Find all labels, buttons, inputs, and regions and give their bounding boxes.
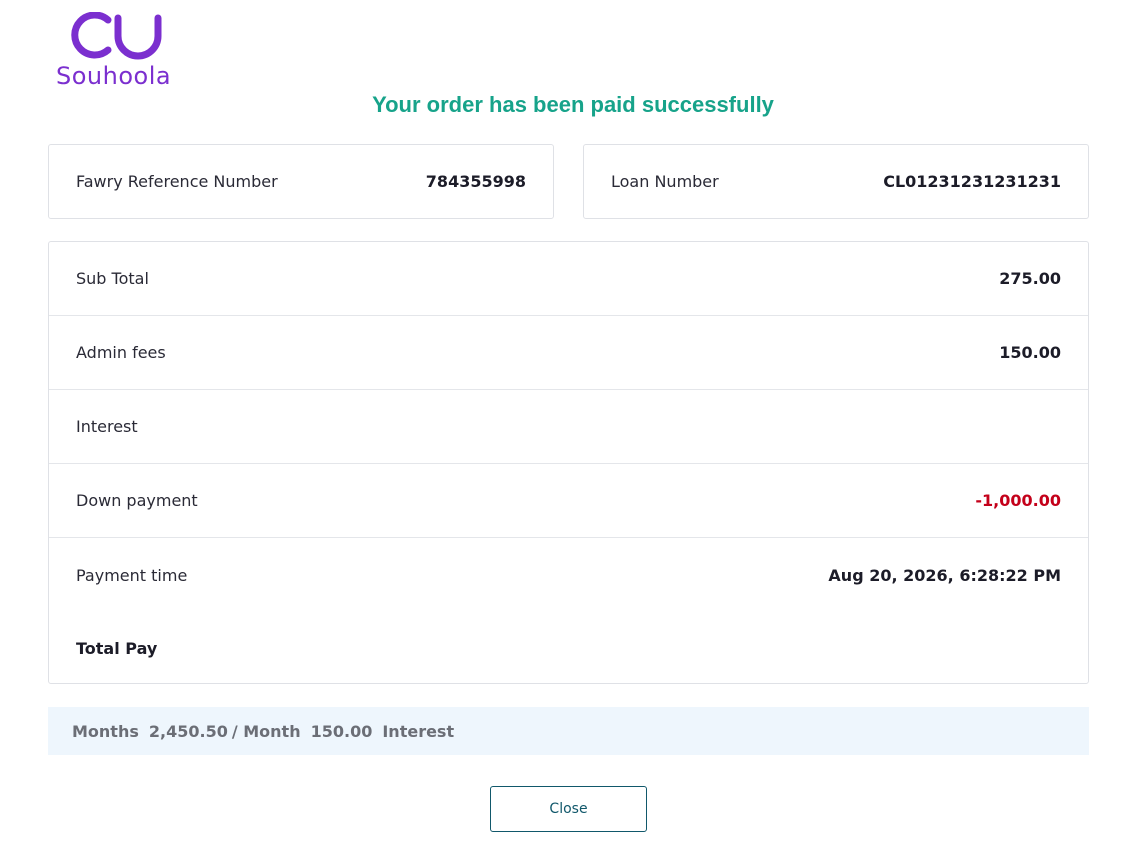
interest-label: Interest (382, 721, 455, 741)
months-label: Months (72, 721, 139, 741)
detail-row-admin-fees: Admin fees 150.00 (49, 316, 1088, 390)
detail-value-negative: -1,000.00 (975, 491, 1061, 510)
close-button[interactable]: Close (490, 786, 647, 832)
detail-row-payment-time: Payment time Aug 20, 2026, 6:28:22 PM (49, 538, 1088, 612)
detail-label: Payment time (76, 565, 188, 585)
fawry-reference-label: Fawry Reference Number (76, 172, 278, 191)
loan-number-label: Loan Number (611, 172, 719, 191)
total-pay-label: Total Pay (76, 638, 158, 658)
success-title: Your order has been paid successfully (372, 92, 774, 117)
interest-value: 150.00 (310, 721, 373, 741)
detail-label: Down payment (76, 491, 198, 510)
detail-row-total-pay: Total Pay (49, 612, 1088, 684)
per-month-value: 2,450.50 (148, 721, 228, 741)
detail-row-interest: Interest (49, 390, 1088, 464)
brand-name: Souhoola (56, 62, 172, 90)
detail-value: Aug 20, 2026, 6:28:22 PM (828, 565, 1061, 585)
loan-number-value: CL01231231231231 (883, 172, 1061, 191)
detail-row-down-payment: Down payment -1,000.00 (49, 464, 1088, 538)
brand-logo: Souhoola (56, 12, 186, 90)
loan-number-card: Loan Number CL01231231231231 (583, 144, 1089, 219)
fawry-reference-card: Fawry Reference Number 784355998 (48, 144, 554, 219)
per-month-label: / Month (231, 721, 301, 741)
detail-row-sub-total: Sub Total 275.00 (49, 242, 1088, 316)
detail-label: Sub Total (76, 269, 149, 288)
detail-label: Interest (76, 417, 138, 436)
detail-value: 275.00 (999, 269, 1061, 288)
installment-summary-bar: Months 2,450.50 / Month 150.00 Interest (48, 707, 1089, 755)
detail-value: 150.00 (999, 343, 1061, 362)
fawry-reference-value: 784355998 (425, 172, 526, 191)
brand-logo-mark (71, 12, 162, 60)
payment-details-table: Sub Total 275.00 Admin fees 150.00 Inter… (48, 241, 1089, 684)
detail-label: Admin fees (76, 343, 166, 362)
